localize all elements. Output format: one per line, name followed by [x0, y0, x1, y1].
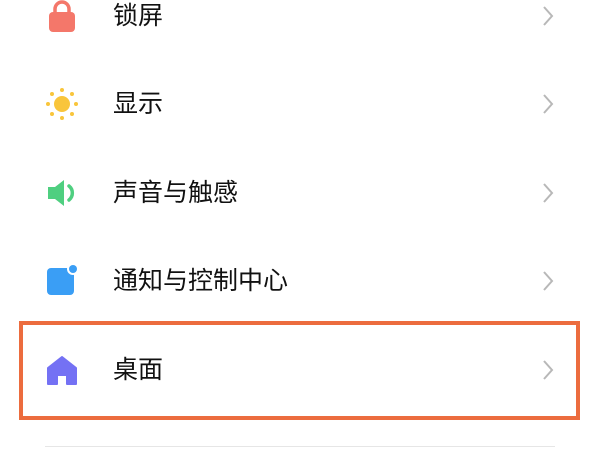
settings-item-label: 通知与控制中心: [113, 266, 289, 295]
lock-icon: [44, 0, 80, 34]
chevron-right-icon: [536, 4, 560, 28]
speaker-icon: [44, 175, 80, 211]
home-icon: [44, 352, 80, 388]
settings-item-label: 桌面: [113, 355, 164, 384]
chevron-right-icon: [536, 358, 560, 382]
settings-item-display[interactable]: 显示: [0, 74, 600, 134]
chevron-right-icon: [536, 92, 560, 116]
settings-item-label: 锁屏: [113, 1, 164, 30]
divider: [45, 446, 555, 447]
settings-item-lock-screen[interactable]: 锁屏: [0, 0, 600, 46]
notification-icon: [44, 263, 80, 299]
sun-icon: [44, 86, 80, 122]
settings-item-label: 显示: [113, 89, 164, 118]
settings-list: 锁屏 显示 声音与触感 通知与控制中心 桌面: [0, 0, 600, 450]
settings-item-label: 声音与触感: [113, 178, 239, 207]
chevron-right-icon: [536, 181, 560, 205]
settings-item-notifications[interactable]: 通知与控制中心: [0, 251, 600, 311]
settings-item-sound[interactable]: 声音与触感: [0, 163, 600, 223]
chevron-right-icon: [536, 269, 560, 293]
settings-item-desktop[interactable]: 桌面: [0, 340, 600, 400]
